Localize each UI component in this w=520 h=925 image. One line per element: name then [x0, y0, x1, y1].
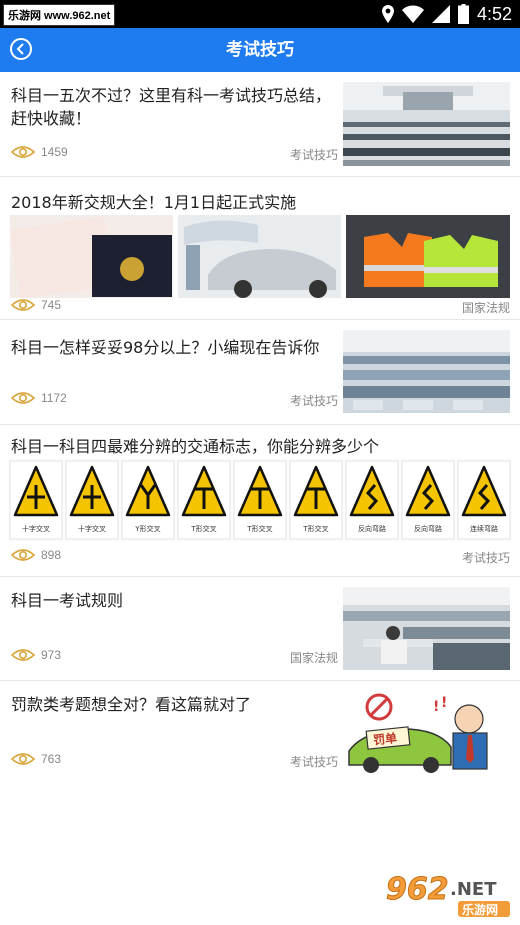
article-thumbnail — [343, 330, 510, 413]
traffic-sign-label: 十字交叉 — [78, 524, 106, 533]
article-category: 考试技巧 — [289, 148, 338, 162]
traffic-sign-label: 反向弯路 — [358, 524, 386, 533]
eye-icon — [11, 753, 35, 765]
traffic-sign-label: 连续弯路 — [470, 524, 498, 533]
article-item[interactable]: 罚款类考题想全对？看这篇就对了 763 考试技巧 罚单 ! ! — [0, 681, 520, 785]
eye-icon — [11, 146, 35, 158]
article-thumbnail — [343, 82, 510, 166]
traffic-sign: 反向弯路 — [345, 460, 399, 540]
article-title: 2018年新交规大全！1月1日起正式实施 — [11, 193, 297, 212]
view-count: 973 — [11, 648, 61, 662]
traffic-sign: T形交叉 — [289, 460, 343, 540]
location-icon — [381, 5, 394, 23]
site-watermark: 962 .NET 乐游网 — [384, 869, 512, 919]
article-item[interactable]: 2018年新交规大全！1月1日起正式实施 745 国家法规 — [0, 177, 520, 320]
eye-icon — [11, 392, 35, 404]
svg-text:!: ! — [441, 695, 447, 711]
article-thumbnail-1 — [10, 215, 173, 298]
traffic-sign: 连续弯路 — [457, 460, 511, 540]
signal-icon — [431, 5, 450, 23]
article-list: 科目一五次不过？这里有科一考试技巧总结，赶快收藏！ 1459 考试技巧 2018… — [0, 72, 520, 785]
watermark-logo: 962 .NET 乐游网 — [386, 872, 510, 917]
traffic-sign-label: 反向弯路 — [414, 524, 442, 533]
article-category: 考试技巧 — [289, 755, 338, 769]
watermark-number: 962 — [386, 872, 449, 907]
status-watermark: 乐游网 www.962.net — [3, 4, 116, 26]
view-count: 1172 — [11, 391, 67, 405]
article-item[interactable]: 科目一怎样妥妥98分以上？小编现在告诉你 1172 考试技巧 — [0, 320, 520, 425]
status-icons: 4:52 — [381, 2, 512, 26]
watermark-sub: 乐游网 — [462, 902, 498, 917]
view-count-value: 898 — [41, 548, 62, 562]
view-count-value: 745 — [41, 298, 62, 312]
status-bar: 乐游网 www.962.net 4:52 — [0, 0, 520, 28]
computer-room-image — [343, 330, 510, 413]
eye-icon — [11, 549, 35, 561]
traffic-sign: T形交叉 — [177, 460, 231, 540]
view-count-value: 1459 — [41, 145, 68, 159]
article-item[interactable]: 科目一五次不过？这里有科一考试技巧总结，赶快收藏！ 1459 考试技巧 — [0, 72, 520, 177]
traffic-signs-strip: 十字交叉 十字交叉 Y形交叉 T形交叉 T形交叉 T形交叉 反向弯路 反向弯路 连续弯路 — [8, 459, 512, 541]
article-title: 科目一五次不过？这里有科一考试技巧总结，赶快收藏！ — [11, 86, 332, 128]
safety-vest-image — [346, 215, 510, 298]
traffic-sign-label: T形交叉 — [246, 524, 272, 533]
article-thumbnail: 罚单 ! ! — [343, 691, 510, 775]
view-count-value: 973 — [41, 648, 62, 662]
exam-room-person-image — [343, 587, 510, 670]
traffic-sign: T形交叉 — [233, 460, 287, 540]
article-title: 罚款类考题想全对？看这篇就对了 — [11, 695, 252, 714]
article-category: 国家法规 — [461, 301, 510, 315]
traffic-sign-label: Y形交叉 — [134, 524, 160, 533]
status-time: 4:52 — [476, 3, 512, 24]
license-image — [10, 215, 173, 298]
traffic-sign-label: 十字交叉 — [22, 524, 50, 533]
car-charging-image — [178, 215, 341, 298]
article-thumbnail-2 — [178, 215, 341, 298]
view-count-value: 763 — [41, 752, 62, 766]
traffic-signs-image: 十字交叉 十字交叉 Y形交叉 T形交叉 T形交叉 T形交叉 反向弯路 反向弯路 连续弯路 — [9, 460, 511, 540]
fine-ticket-cartoon-image: 罚单 ! ! — [343, 691, 510, 775]
eye-icon — [11, 649, 35, 661]
article-title: 科目一科目四最难分辨的交通标志，你能分辨多少个 — [11, 437, 380, 456]
article-item[interactable]: 科目一考试规则 973 国家法规 — [0, 577, 520, 681]
article-title: 科目一怎样妥妥98分以上？小编现在告诉你 — [11, 338, 320, 357]
traffic-sign: 十字交叉 — [65, 460, 119, 540]
article-thumbnail-3 — [346, 215, 510, 298]
exam-hall-image — [343, 82, 510, 166]
view-count: 763 — [11, 752, 61, 766]
traffic-sign-label: T形交叉 — [190, 524, 216, 533]
view-count: 898 — [11, 548, 61, 562]
page-title: 考试技巧 — [226, 40, 294, 60]
fine-ticket-text: 罚单 — [372, 730, 397, 747]
svg-text:!: ! — [433, 699, 439, 715]
traffic-sign-label: T形交叉 — [302, 524, 328, 533]
view-count: 1459 — [11, 145, 68, 159]
article-category: 考试技巧 — [461, 551, 510, 565]
eye-icon — [11, 299, 35, 311]
watermark-net: .NET — [450, 879, 497, 900]
app-bar: 考试技巧 — [0, 28, 520, 72]
article-category: 国家法规 — [289, 651, 338, 665]
traffic-sign: Y形交叉 — [121, 460, 175, 540]
article-item[interactable]: 科目一科目四最难分辨的交通标志，你能分辨多少个 十字交叉 十字交叉 Y形交叉 T形交叉… — [0, 425, 520, 577]
wifi-icon — [401, 5, 424, 23]
traffic-sign: 反向弯路 — [401, 460, 455, 540]
view-count: 745 — [11, 298, 61, 312]
article-category: 考试技巧 — [289, 394, 338, 408]
traffic-sign: 十字交叉 — [9, 460, 63, 540]
article-title: 科目一考试规则 — [11, 591, 124, 610]
view-count-value: 1172 — [41, 391, 67, 405]
battery-icon — [457, 4, 469, 24]
article-thumbnail — [343, 587, 510, 670]
